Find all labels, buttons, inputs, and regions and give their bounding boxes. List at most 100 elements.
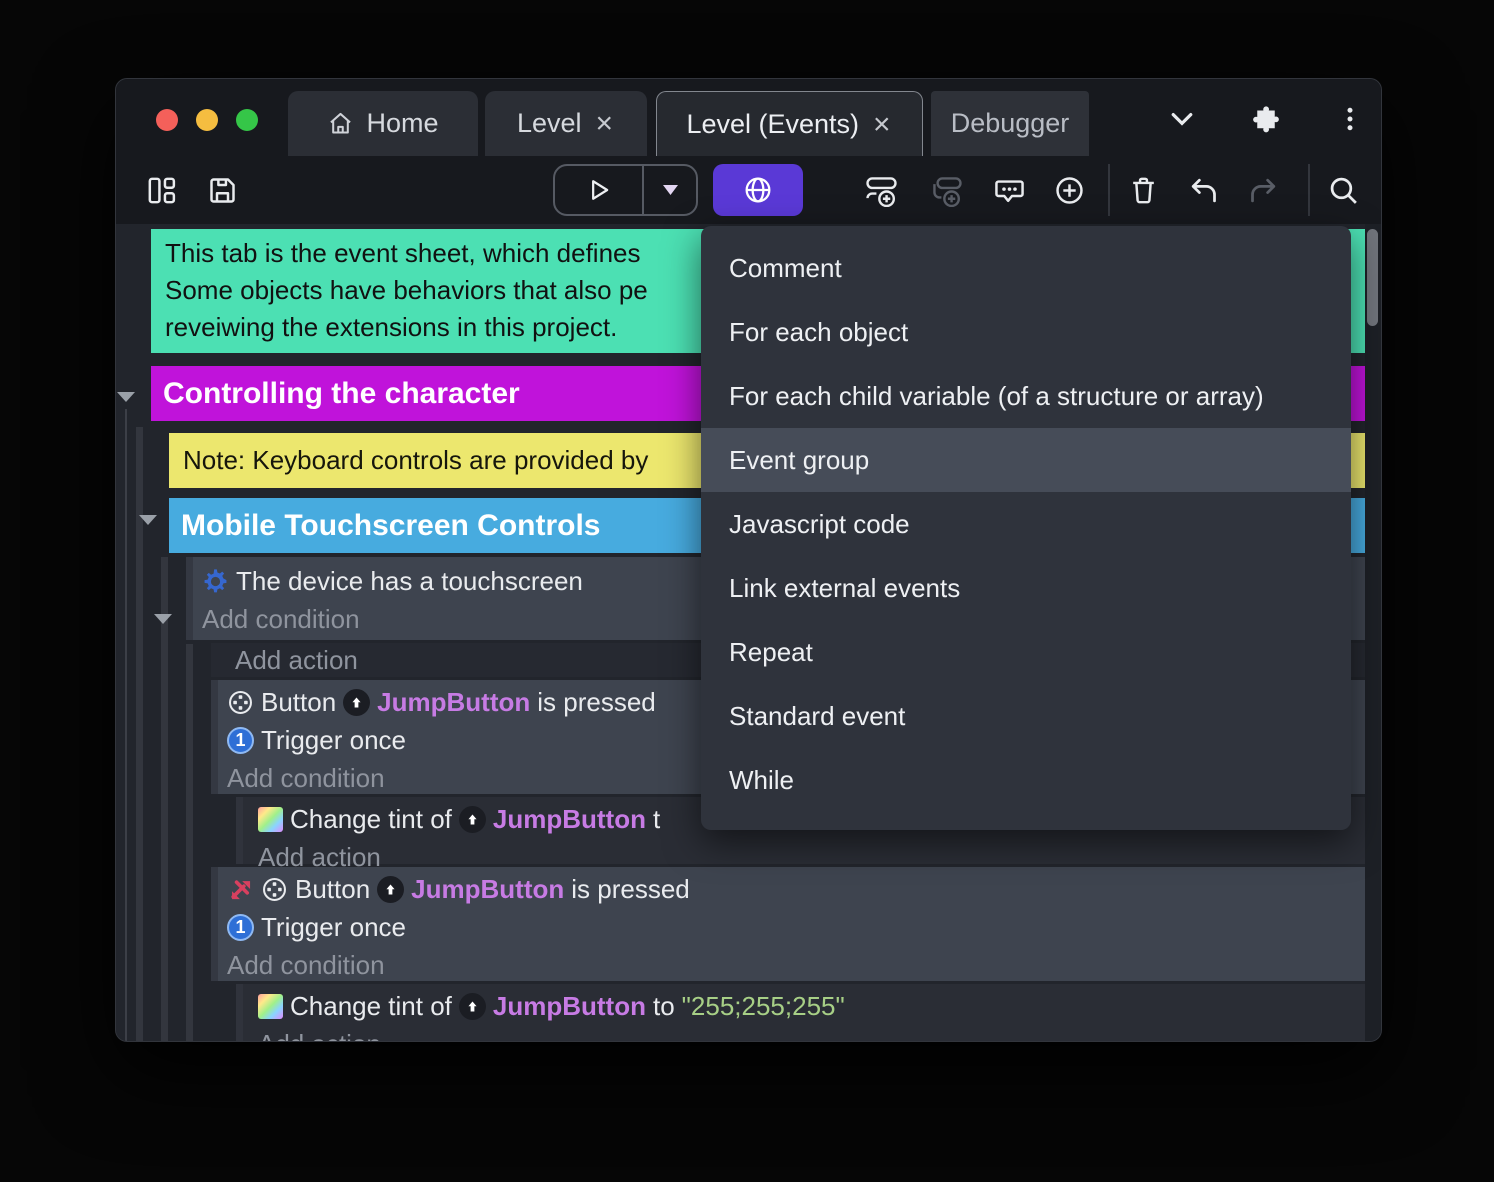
collapse-arrow-icon[interactable] bbox=[154, 614, 172, 624]
indent-guide bbox=[186, 644, 193, 1041]
menu-item-comment[interactable]: Comment bbox=[701, 236, 1351, 300]
button-pad-icon bbox=[261, 876, 288, 903]
add-condition-label: Add condition bbox=[227, 949, 385, 980]
condition-text: Trigger once bbox=[261, 724, 406, 755]
redo-icon[interactable] bbox=[1244, 171, 1282, 209]
instance-arrow-icon bbox=[458, 805, 486, 833]
instance-arrow-icon bbox=[377, 875, 405, 903]
tab-level-label: Level bbox=[516, 108, 582, 138]
menu-item-for-each-object[interactable]: For each object bbox=[701, 300, 1351, 364]
note-text: Note: Keyboard controls are provided by bbox=[183, 445, 649, 475]
menu-item-while[interactable]: While bbox=[701, 748, 1351, 812]
trigger-once-icon: 1 bbox=[227, 726, 254, 754]
menu-item-standard-event[interactable]: Standard event bbox=[701, 684, 1351, 748]
object-type: Button bbox=[261, 686, 337, 717]
traffic-minimize-icon[interactable] bbox=[196, 109, 218, 131]
scrollbar-track[interactable] bbox=[1365, 224, 1381, 1041]
menu-item-javascript-code[interactable]: Javascript code bbox=[701, 492, 1351, 556]
tab-level[interactable]: Level × bbox=[485, 91, 647, 156]
add-comment-icon[interactable] bbox=[990, 171, 1028, 209]
divider bbox=[1108, 164, 1110, 216]
close-icon[interactable]: × bbox=[871, 109, 893, 140]
trigger-once-icon: 1 bbox=[227, 913, 254, 941]
tab-debugger-label: Debugger bbox=[950, 108, 1070, 138]
traffic-close-icon[interactable] bbox=[156, 109, 178, 131]
menu-item-label: Link external events bbox=[729, 572, 961, 603]
add-condition-label: Add condition bbox=[227, 762, 385, 793]
menu-item-label: Comment bbox=[729, 252, 842, 283]
puzzle-icon[interactable] bbox=[1248, 101, 1284, 137]
condition-text: The device has a touchscreen bbox=[236, 565, 583, 596]
add-action-label: Add action bbox=[258, 1029, 381, 1042]
group-title: Controlling the character bbox=[163, 376, 520, 410]
add-condition-link[interactable]: Add condition bbox=[211, 946, 1366, 984]
collapse-arrow-icon[interactable] bbox=[117, 392, 135, 402]
action-value: "255;255;255" bbox=[681, 990, 845, 1021]
object-name: JumpButton bbox=[411, 873, 565, 904]
play-icon bbox=[591, 180, 608, 200]
action-text: Change tint of bbox=[290, 990, 452, 1021]
menu-item-repeat[interactable]: Repeat bbox=[701, 620, 1351, 684]
object-name: JumpButton bbox=[377, 686, 531, 717]
object-name: JumpButton bbox=[492, 803, 646, 834]
gear-icon bbox=[202, 568, 229, 595]
play-button[interactable] bbox=[555, 166, 642, 214]
action-text-fragment: t bbox=[652, 803, 661, 834]
menu-item-label: Javascript code bbox=[729, 508, 910, 539]
traffic-zoom-icon[interactable] bbox=[236, 109, 258, 131]
instance-arrow-icon bbox=[343, 688, 371, 716]
group-title: Mobile Touchscreen Controls bbox=[181, 508, 601, 542]
action-text: Change tint of bbox=[290, 803, 452, 834]
kebab-menu-icon[interactable] bbox=[1332, 101, 1368, 137]
delete-icon[interactable] bbox=[1124, 171, 1162, 209]
tint-icon bbox=[258, 806, 283, 832]
indent-guide bbox=[125, 409, 127, 1041]
globe-icon bbox=[745, 177, 771, 203]
tab-home[interactable]: Home bbox=[288, 91, 478, 156]
menu-item-label: For each child variable (of a structure … bbox=[729, 380, 1264, 411]
object-name: JumpButton bbox=[492, 990, 646, 1021]
menu-item-label: For each object bbox=[729, 316, 909, 347]
close-icon[interactable]: × bbox=[594, 108, 616, 139]
event-block[interactable]: Button JumpButton is pressed 1 Trigger o… bbox=[211, 867, 1366, 981]
tab-level-events[interactable]: Level (Events) × bbox=[656, 91, 923, 157]
add-event-icon[interactable] bbox=[862, 171, 900, 209]
add-condition-label: Add condition bbox=[202, 603, 360, 634]
search-icon[interactable] bbox=[1324, 171, 1362, 209]
condition-text: is pressed bbox=[571, 873, 690, 904]
menu-item-label: Event group bbox=[729, 444, 870, 475]
menu-item-label: Repeat bbox=[729, 636, 813, 667]
add-event-context-menu: Comment For each object For each child v… bbox=[701, 226, 1351, 830]
play-dropdown-button[interactable] bbox=[644, 166, 696, 214]
menu-item-link-external-events[interactable]: Link external events bbox=[701, 556, 1351, 620]
action-text: to bbox=[652, 990, 675, 1021]
object-type: Button bbox=[295, 873, 371, 904]
tab-home-label: Home bbox=[366, 108, 439, 138]
indent-guide bbox=[161, 557, 168, 1041]
collapse-arrow-icon[interactable] bbox=[139, 515, 157, 525]
add-action-label: Add action bbox=[235, 644, 358, 675]
chevron-down-icon[interactable] bbox=[1164, 101, 1200, 137]
tint-icon bbox=[258, 993, 283, 1019]
scrollbar-thumb[interactable] bbox=[1367, 229, 1378, 326]
globe-button[interactable] bbox=[713, 164, 803, 216]
tab-level-events-label: Level (Events) bbox=[686, 109, 860, 139]
add-circle-icon[interactable] bbox=[1050, 171, 1088, 209]
divider bbox=[1308, 164, 1310, 216]
menu-item-for-each-child-variable[interactable]: For each child variable (of a structure … bbox=[701, 364, 1351, 428]
button-pad-icon bbox=[227, 689, 254, 716]
action-block[interactable]: Change tint of JumpButton to "255;255;25… bbox=[236, 984, 1366, 1042]
condition-text: Trigger once bbox=[261, 911, 406, 942]
add-subevent-icon[interactable] bbox=[927, 171, 965, 209]
instance-arrow-icon bbox=[458, 992, 486, 1020]
layout-icon[interactable] bbox=[142, 171, 180, 209]
tab-debugger[interactable]: Debugger bbox=[931, 91, 1089, 156]
app-window: Home Level × Level (Events) × Debugger T… bbox=[115, 78, 1382, 1042]
save-icon[interactable] bbox=[203, 171, 241, 209]
add-action-link[interactable]: Add action bbox=[236, 1025, 1366, 1042]
condition-text: is pressed bbox=[537, 686, 656, 717]
undo-icon[interactable] bbox=[1184, 171, 1222, 209]
menu-item-event-group[interactable]: Event group bbox=[701, 428, 1351, 492]
toolbar bbox=[116, 156, 1381, 224]
menu-item-label: Standard event bbox=[729, 700, 906, 731]
